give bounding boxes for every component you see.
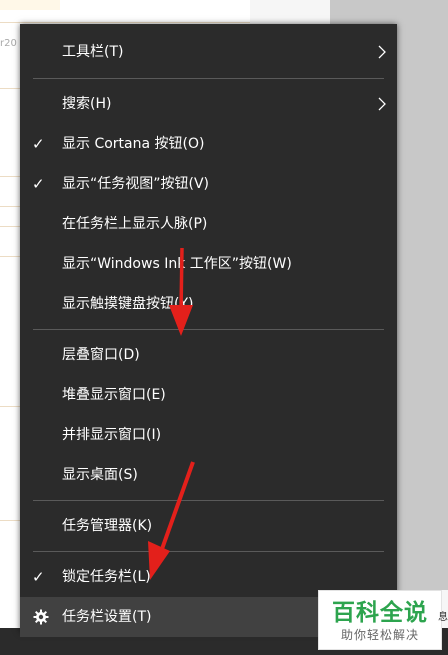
checkmark-icon: ✓: [32, 175, 45, 193]
menu-item-show-people[interactable]: 在任务栏上显示人脉(P): [20, 204, 397, 244]
chevron-right-icon: [378, 45, 386, 59]
menu-separator: [33, 329, 384, 330]
menu-item-label: 层叠窗口(D): [62, 347, 140, 363]
menu-item-label: 显示“Windows Ink 工作区”按钮(W): [62, 256, 292, 272]
menu-item-label: 显示触摸键盘按钮(Y): [62, 296, 194, 312]
background-row: [0, 22, 250, 23]
menu-item-side-by-side-windows[interactable]: 并排显示窗口(I): [20, 415, 397, 455]
menu-item-cascade-windows[interactable]: 层叠窗口(D): [20, 335, 397, 375]
menu-separator: [33, 500, 384, 501]
menu-item-label: 显示“任务视图”按钮(V): [62, 176, 210, 192]
menu-item-label: 工具栏(T): [62, 44, 124, 60]
menu-item-search[interactable]: 搜索(H): [20, 84, 397, 124]
menu-item-show-task-view-button[interactable]: ✓ 显示“任务视图”按钮(V): [20, 164, 397, 204]
edge-text: 息: [438, 612, 448, 623]
gear-icon: [33, 609, 49, 625]
watermark-logo: 百科全说 助你轻松解决: [318, 590, 442, 650]
watermark-title: 百科全说: [332, 600, 428, 626]
menu-item-stack-windows[interactable]: 堆叠显示窗口(E): [20, 375, 397, 415]
menu-item-label: 在任务栏上显示人脉(P): [62, 216, 208, 232]
menu-item-label: 显示 Cortana 按钮(O): [62, 136, 205, 152]
menu-item-label: 堆叠显示窗口(E): [62, 387, 166, 403]
menu-item-label: 搜索(H): [62, 96, 112, 112]
menu-item-toolbars[interactable]: 工具栏(T): [20, 32, 397, 72]
checkmark-icon: ✓: [32, 568, 45, 586]
menu-item-label: 显示桌面(S): [62, 467, 138, 483]
menu-item-task-manager[interactable]: 任务管理器(K): [20, 506, 397, 546]
menu-item-show-touch-keyboard-button[interactable]: 显示触摸键盘按钮(Y): [20, 284, 397, 324]
menu-separator: [33, 78, 384, 79]
checkmark-icon: ✓: [32, 135, 45, 153]
menu-separator: [33, 551, 384, 552]
watermark-subtitle: 助你轻松解决: [340, 628, 419, 642]
menu-item-label: 并排显示窗口(I): [62, 427, 162, 443]
menu-item-show-cortana-button[interactable]: ✓ 显示 Cortana 按钮(O): [20, 124, 397, 164]
taskbar-context-menu: 工具栏(T) 搜索(H) ✓ 显示 Cortana 按钮(O) ✓ 显示“任务视…: [20, 24, 397, 637]
menu-item-show-desktop[interactable]: 显示桌面(S): [20, 455, 397, 495]
menu-item-label: 任务栏设置(T): [62, 609, 152, 625]
menu-item-show-windows-ink-button[interactable]: 显示“Windows Ink 工作区”按钮(W): [20, 244, 397, 284]
background-partial-text: r20: [0, 38, 17, 49]
background-highlight: [0, 0, 60, 10]
menu-item-label: 任务管理器(K): [62, 518, 153, 534]
menu-item-label: 锁定任务栏(L): [62, 569, 151, 585]
chevron-right-icon: [378, 97, 386, 111]
